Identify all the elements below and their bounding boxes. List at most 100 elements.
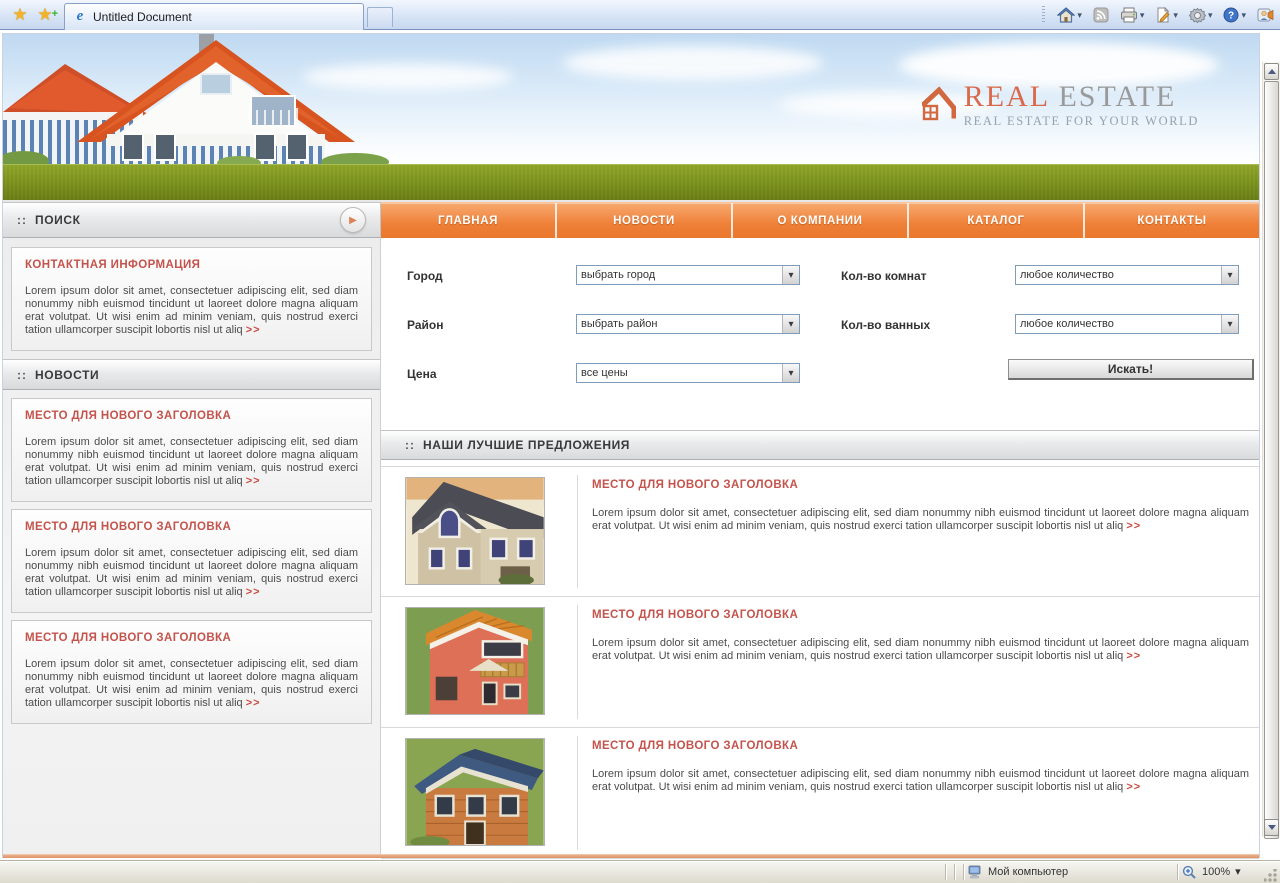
security-zone-indicator: Мой компьютер <box>968 865 1173 879</box>
scrollbar-thumb[interactable] <box>1264 81 1279 839</box>
baths-label: Кол-во ванных <box>841 318 931 332</box>
feeds-button[interactable] <box>1091 5 1111 25</box>
news-item-title: МЕСТО ДЛЯ НОВОГО ЗАГОЛОВКА <box>25 521 232 533</box>
site-logo: REAL ESTATE REAL ESTATE FOR YOUR WORLD <box>921 82 1199 129</box>
search-header-label: ПОИСК <box>35 213 81 227</box>
grass-banner <box>3 164 1259 202</box>
main-content: Город выбрать город ▾ Район выбрать райо… <box>381 238 1259 859</box>
nav-item-catalog[interactable]: КАТАЛОГ <box>909 203 1085 238</box>
command-bar: ▾ ▾ ▾ ▾ ? ▾ <box>1042 0 1276 30</box>
offer-more-link[interactable]: >> <box>1126 781 1141 793</box>
nav-item-contacts[interactable]: КОНТАКТЫ <box>1085 203 1259 238</box>
section-marker: :: <box>17 213 27 227</box>
search-panel-header: :: ПОИСК ▶ <box>3 202 381 238</box>
offer-image-cell <box>381 736 578 850</box>
baths-select[interactable]: любое количество ▾ <box>1015 314 1239 334</box>
rooms-select-arrow[interactable]: ▾ <box>1221 266 1238 284</box>
price-select-arrow[interactable]: ▾ <box>782 364 799 382</box>
messenger-icon <box>1257 8 1274 22</box>
toolbar-grip[interactable] <box>1042 6 1046 24</box>
news-item-title: МЕСТО ДЛЯ НОВОГО ЗАГОЛОВКА <box>25 410 232 422</box>
logo-tagline: REAL ESTATE FOR YOUR WORLD <box>963 114 1199 128</box>
offer-text-cell: МЕСТО ДЛЯ НОВОГО ЗАГОЛОВКА Lorem ipsum d… <box>578 605 1259 719</box>
zone-label: Мой компьютер <box>988 866 1069 878</box>
nav-item-news[interactable]: НОВОСТИ <box>557 203 733 238</box>
search-submit-button[interactable]: Искать! <box>1008 359 1254 380</box>
tools-dropdown-arrow[interactable]: ▾ <box>1208 10 1213 20</box>
page-button[interactable]: ▾ <box>1153 5 1180 25</box>
favorites-star-icon[interactable]: ★ <box>8 3 32 27</box>
news-item-text: Lorem ipsum dolor sit amet, consectetuer… <box>25 658 358 710</box>
messenger-button[interactable] <box>1255 5 1276 25</box>
news-item-title: МЕСТО ДЛЯ НОВОГО ЗАГОЛОВКА <box>25 632 232 644</box>
status-separator <box>954 864 955 880</box>
zoom-dropdown-arrow[interactable]: ▾ <box>1235 867 1241 878</box>
print-button[interactable]: ▾ <box>1118 5 1147 25</box>
city-select[interactable]: выбрать город ▾ <box>576 265 800 285</box>
nav-item-home[interactable]: ГЛАВНАЯ <box>381 203 557 238</box>
home-dropdown-arrow[interactable]: ▾ <box>1077 10 1082 20</box>
home-icon <box>1057 7 1076 23</box>
baths-select-arrow[interactable]: ▾ <box>1221 315 1238 333</box>
news-more-link[interactable]: >> <box>246 697 261 709</box>
contact-more-link[interactable]: >> <box>246 324 261 336</box>
chevron-down-icon: ▾ <box>788 318 794 330</box>
tools-button[interactable]: ▾ <box>1187 5 1215 26</box>
scroll-down-button[interactable] <box>1264 819 1279 836</box>
logo-house-icon <box>921 86 956 121</box>
help-button[interactable]: ? ▾ <box>1221 5 1248 25</box>
status-separator <box>963 864 964 880</box>
nav-item-about[interactable]: О КОМПАНИИ <box>733 203 909 238</box>
offer-title: МЕСТО ДЛЯ НОВОГО ЗАГОЛОВКА <box>592 479 799 491</box>
news-item: МЕСТО ДЛЯ НОВОГО ЗАГОЛОВКА Lorem ipsum d… <box>11 509 372 613</box>
offer-more-link[interactable]: >> <box>1126 520 1141 532</box>
nav-label: НОВОСТИ <box>613 214 675 227</box>
price-label: Цена <box>407 367 437 381</box>
offer-image-cell <box>381 475 578 588</box>
contact-info-title: КОНТАКТНАЯ ИНФОРМАЦИЯ <box>25 259 201 271</box>
scroll-up-button[interactable] <box>1264 63 1279 80</box>
offers-list: МЕСТО ДЛЯ НОВОГО ЗАГОЛОВКА Lorem ipsum d… <box>381 460 1259 859</box>
main-navigation: ГЛАВНАЯ НОВОСТИ О КОМПАНИИ КАТАЛОГ КОНТА… <box>381 202 1259 238</box>
zoom-control[interactable]: 100% ▾ <box>1182 865 1260 880</box>
nav-label: КАТАЛОГ <box>967 214 1025 227</box>
plus-icon: + <box>51 8 58 20</box>
arrow-up-icon <box>1267 69 1276 74</box>
chevron-down-icon: ▾ <box>788 367 794 379</box>
news-more-link[interactable]: >> <box>246 586 261 598</box>
page-dropdown-arrow[interactable]: ▾ <box>1173 10 1178 20</box>
city-select-arrow[interactable]: ▾ <box>782 266 799 284</box>
city-select-value: выбрать город <box>581 269 656 281</box>
header-house-image <box>3 34 389 164</box>
news-item: МЕСТО ДЛЯ НОВОГО ЗАГОЛОВКА Lorem ipsum d… <box>11 620 372 724</box>
news-more-link[interactable]: >> <box>246 475 261 487</box>
resize-grip[interactable] <box>1264 869 1278 883</box>
offer-more-link[interactable]: >> <box>1126 650 1141 662</box>
nav-label: ГЛАВНАЯ <box>438 214 498 227</box>
logo-title: REAL ESTATE <box>964 82 1199 112</box>
offer-photo-beige-house[interactable] <box>405 477 545 585</box>
home-button[interactable]: ▾ <box>1055 5 1084 25</box>
rooms-select[interactable]: любое количество ▾ <box>1015 265 1239 285</box>
new-tab-button[interactable] <box>367 7 393 27</box>
offer-photo-red-house[interactable] <box>405 607 545 715</box>
browser-tab[interactable]: e Untitled Document <box>64 3 364 30</box>
help-dropdown-arrow[interactable]: ▾ <box>1241 10 1246 20</box>
offer-photo-brick-house[interactable] <box>405 738 545 846</box>
search-collapse-button[interactable]: ▶ <box>340 207 366 233</box>
my-computer-icon <box>968 865 981 879</box>
offer-title: МЕСТО ДЛЯ НОВОГО ЗАГОЛОВКА <box>592 609 799 621</box>
section-marker: :: <box>17 367 27 382</box>
district-select-arrow[interactable]: ▾ <box>782 315 799 333</box>
price-select-value: все цены <box>581 367 628 379</box>
vertical-scrollbar[interactable] <box>1262 62 1280 839</box>
svg-text:?: ? <box>1228 11 1234 22</box>
add-favorite-icon[interactable]: ★ + <box>33 3 58 27</box>
print-dropdown-arrow[interactable]: ▾ <box>1140 10 1145 20</box>
offer-title: МЕСТО ДЛЯ НОВОГО ЗАГОЛОВКА <box>592 740 799 752</box>
district-select[interactable]: выбрать район ▾ <box>576 314 800 334</box>
logo-word-estate: ESTATE <box>1048 80 1177 113</box>
section-marker: :: <box>405 438 415 452</box>
price-select[interactable]: все цены ▾ <box>576 363 800 383</box>
gear-icon <box>1188 7 1206 23</box>
